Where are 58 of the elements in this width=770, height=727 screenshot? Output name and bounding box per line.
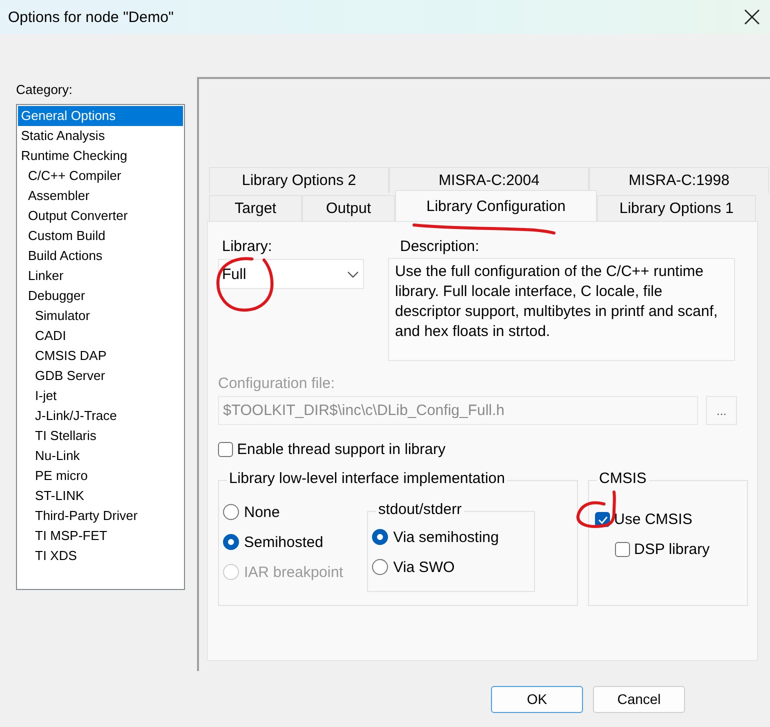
category-item[interactable]: Assembler (18, 186, 183, 206)
radio-label: IAR breakpoint (244, 564, 344, 580)
category-item[interactable]: Linker (18, 266, 183, 286)
radio-button[interactable] (223, 504, 239, 520)
annotation-mark (576, 490, 616, 528)
category-item[interactable]: TI Stellaris (18, 426, 183, 446)
checkbox[interactable] (218, 442, 233, 457)
category-item[interactable]: PE micro (18, 466, 183, 486)
tab[interactable]: Target (209, 195, 302, 221)
category-item[interactable]: CADI (18, 326, 183, 346)
category-item[interactable]: Static Analysis (18, 126, 183, 146)
dialog-button[interactable]: OK (491, 686, 583, 712)
checkbox-label: DSP library (634, 541, 710, 558)
category-item[interactable]: TI MSP-FET (18, 526, 183, 546)
category-item[interactable]: Nu-Link (18, 446, 183, 466)
radio-label: Via semihosting (393, 528, 499, 546)
annotation-mark (216, 257, 274, 312)
radio-label: Semihosted (244, 534, 324, 550)
checkbox[interactable] (615, 542, 630, 557)
config-file-label: Configuration file: (218, 375, 336, 392)
category-item[interactable]: GDB Server (18, 366, 183, 386)
checkmark-icon (598, 516, 608, 524)
category-item[interactable]: Build Actions (18, 246, 183, 266)
category-item[interactable]: Third-Party Driver (18, 506, 183, 526)
chevron-down-icon (347, 270, 359, 278)
close-icon[interactable] (744, 9, 760, 25)
window-title: Options for node "Demo" (8, 8, 174, 26)
tab[interactable]: Library Configuration (395, 190, 597, 221)
category-item[interactable]: CMSIS DAP (18, 346, 183, 366)
checkbox-label: Use CMSIS (614, 511, 692, 528)
radio-button[interactable] (372, 529, 388, 545)
category-item[interactable]: Simulator (18, 306, 183, 326)
description-text: Use the full configuration of the C/C++ runtime library. Full locale interface, C locale, file descriptor support, multibytes in printf and scanf, and hex floats in strtod. (388, 258, 735, 361)
category-label: Category: (16, 82, 74, 97)
radio-label: None (244, 504, 280, 520)
dialog-button[interactable]: Cancel (593, 686, 685, 712)
tab[interactable]: Library Options 1 (597, 195, 756, 221)
radio-button[interactable] (223, 534, 239, 550)
category-item[interactable]: C/C++ Compiler (18, 166, 183, 186)
category-item[interactable]: Debugger (18, 286, 183, 306)
checkbox-label: Enable thread support in library (237, 441, 446, 458)
tab[interactable]: Library Options 2 (209, 167, 389, 193)
radio-label: Via SWO (393, 558, 455, 576)
description-label: Description: (400, 238, 480, 255)
category-item[interactable]: I-jet (18, 386, 183, 406)
group-title: Library low-level interface implementation (227, 470, 507, 487)
category-item[interactable]: General Options (18, 106, 183, 126)
category-item[interactable]: ST-LINK (18, 486, 183, 506)
tab[interactable]: MISRA-C:1998 (589, 167, 769, 193)
library-label: Library: (222, 238, 274, 255)
radio-button[interactable] (372, 559, 388, 575)
library-dropdown[interactable]: Full (218, 259, 364, 289)
category-item[interactable]: Output Converter (18, 206, 183, 226)
category-item[interactable]: Runtime Checking (18, 146, 183, 166)
category-item[interactable]: TI XDS (18, 546, 183, 566)
tab[interactable]: Output (302, 195, 395, 221)
category-item[interactable]: Custom Build (18, 226, 183, 246)
category-item[interactable]: J-Link/J-Trace (18, 406, 183, 426)
